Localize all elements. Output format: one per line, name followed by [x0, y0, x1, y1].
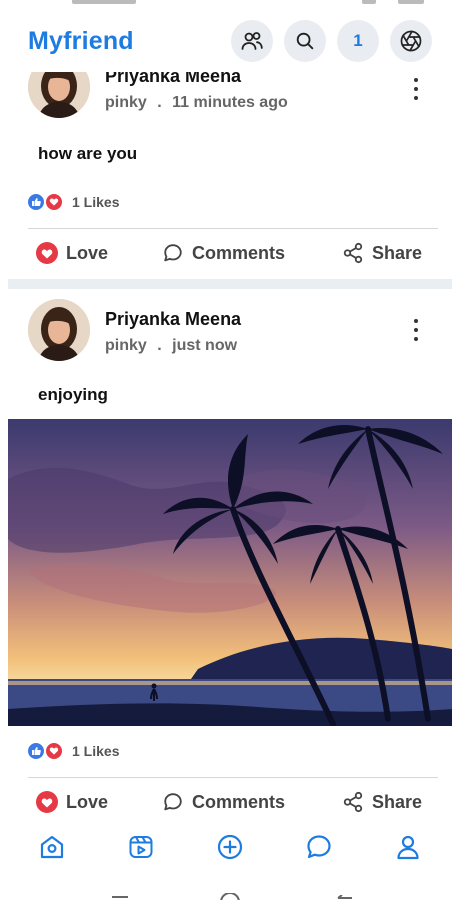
comment-bubble-icon [162, 791, 184, 813]
likes-count: 1 Likes [72, 194, 120, 210]
comments-button[interactable]: Comments [162, 242, 285, 264]
post-time: 11 minutes ago [172, 94, 288, 111]
search-button[interactable] [284, 20, 326, 62]
status-bar [0, 0, 460, 12]
post-options-button[interactable] [406, 78, 426, 100]
meta-separator: . [157, 337, 162, 354]
author-name[interactable]: Priyanka Meena [105, 72, 241, 87]
post-meta: pinky . just now [105, 337, 237, 355]
thumbs-up-icon [28, 743, 44, 759]
comments-label: Comments [192, 242, 286, 263]
share-button[interactable]: Share [342, 791, 422, 813]
home-icon [40, 835, 64, 859]
post-card: Priyanka Meena pinky . 11 minutes ago ho… [0, 72, 460, 290]
nav-videos[interactable] [125, 831, 157, 863]
post-meta: pinky . 11 minutes ago [105, 94, 288, 112]
app-logo-title[interactable]: Myfriend [28, 27, 134, 56]
comments-button[interactable]: Comments [162, 791, 285, 813]
chat-icon [307, 835, 331, 859]
heart-circle-icon [36, 791, 58, 813]
share-label: Share [372, 242, 423, 263]
avatar[interactable] [28, 72, 90, 118]
share-button[interactable]: Share [342, 242, 422, 264]
post-text: enjoying [38, 385, 108, 404]
profile-icon [397, 835, 419, 860]
love-label: Love [66, 791, 109, 812]
username[interactable]: pinky [105, 337, 147, 354]
share-icon [342, 791, 364, 813]
post-separator [8, 279, 452, 289]
username[interactable]: pinky [105, 94, 147, 111]
comment-bubble-icon [162, 242, 184, 264]
comments-label: Comments [192, 791, 286, 812]
home-system-icon[interactable] [219, 893, 241, 900]
share-icon [342, 242, 364, 264]
friends-button[interactable] [231, 20, 273, 62]
love-label: Love [66, 242, 109, 263]
post-time: just now [172, 337, 238, 354]
divider [28, 228, 438, 229]
nav-home[interactable] [36, 831, 68, 863]
love-button[interactable]: Love [36, 242, 108, 264]
likes-summary[interactable]: 1 Likes [28, 741, 119, 761]
author-name[interactable]: Priyanka Meena [105, 309, 241, 330]
divider [28, 777, 438, 778]
system-navigation-bar [0, 867, 460, 900]
add-post-icon [217, 834, 243, 860]
heart-icon [46, 743, 62, 759]
notification-count-badge[interactable]: 1 [337, 20, 379, 62]
nav-add-post[interactable] [214, 831, 246, 863]
post-image[interactable] [8, 419, 452, 726]
likes-count: 1 Likes [72, 743, 120, 759]
app-header: Myfriend 1 [0, 12, 460, 72]
video-icon [129, 836, 153, 858]
post-options-button[interactable] [406, 319, 426, 341]
heart-icon [46, 194, 62, 210]
camera-aperture-icon [400, 30, 422, 52]
recent-apps-icon[interactable] [110, 895, 130, 900]
likes-summary[interactable]: 1 Likes [28, 192, 119, 212]
nav-chat[interactable] [303, 831, 335, 863]
friends-icon [241, 32, 263, 50]
post-card: Priyanka Meena pinky . just now enjoying [0, 289, 460, 827]
bottom-navigation [0, 827, 460, 867]
thumbs-up-icon [28, 194, 44, 210]
avatar[interactable] [28, 299, 90, 361]
more-vertical-icon [414, 78, 418, 82]
nav-profile[interactable] [392, 831, 424, 863]
search-icon [296, 32, 314, 50]
back-system-icon[interactable] [334, 895, 356, 900]
heart-circle-icon [36, 242, 58, 264]
meta-separator: . [157, 94, 162, 111]
share-label: Share [372, 791, 423, 812]
post-text: how are you [38, 144, 138, 163]
more-vertical-icon [414, 319, 418, 323]
love-button[interactable]: Love [36, 791, 108, 813]
post-feed[interactable]: Priyanka Meena pinky . 11 minutes ago ho… [0, 72, 460, 827]
camera-button[interactable] [390, 20, 432, 62]
